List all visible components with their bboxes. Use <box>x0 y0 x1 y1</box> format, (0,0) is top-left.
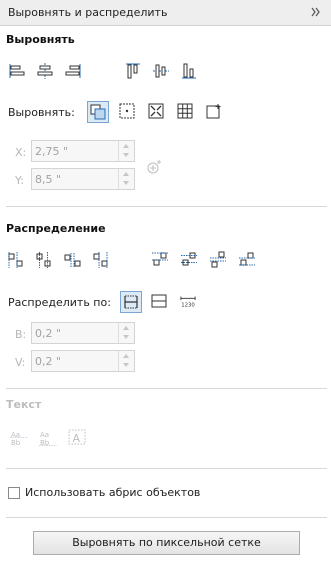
spacing-1230-button[interactable]: 1230 <box>178 291 200 313</box>
x-field[interactable]: 2,75 " <box>31 140 135 162</box>
distribute-center-vertical-icon[interactable] <box>180 251 198 269</box>
divider <box>6 206 327 207</box>
distribute-top-icon[interactable] <box>151 251 169 269</box>
svg-text:Bb: Bb <box>11 439 21 447</box>
text-last-baseline-icon[interactable]: Aa Bb <box>39 429 57 447</box>
page-center-button[interactable] <box>146 101 168 123</box>
align-to-label: Выровнять: <box>8 106 75 119</box>
panel-titlebar: Выровнять и распределить <box>0 0 331 26</box>
panel-title: Выровнять и распределить <box>8 6 168 19</box>
svg-text:Aa: Aa <box>40 431 49 439</box>
align-left-icon[interactable] <box>8 62 26 80</box>
align-to-pixel-grid-button[interactable]: Выровнять по пиксельной сетке <box>33 531 300 555</box>
distribute-spacing-vertical-icon[interactable] <box>209 251 227 269</box>
crosshair-plus-icon[interactable] <box>145 158 163 176</box>
specified-point-icon <box>206 104 221 119</box>
page-center-icon <box>148 103 164 119</box>
b-stepper[interactable] <box>118 323 134 343</box>
v-field[interactable]: 0,2 " <box>31 350 135 372</box>
page-edge-icon <box>119 103 135 119</box>
distribute-by-label: Распределить по: <box>8 296 111 309</box>
distribute-bottom-icon[interactable] <box>238 251 256 269</box>
align-center-horizontal-icon[interactable] <box>36 62 54 80</box>
y-value: 8,5 " <box>35 173 62 186</box>
svg-text:1230: 1230 <box>181 302 195 308</box>
b-label: В: <box>15 328 27 341</box>
b-value: 0,2 " <box>35 327 62 340</box>
x-label: X: <box>15 146 27 159</box>
align-center-vertical-icon[interactable] <box>152 62 170 80</box>
text-section-title: Текст <box>6 398 42 411</box>
x-value: 2,75 " <box>35 145 69 158</box>
v-value: 0,2 " <box>35 355 62 368</box>
distribute-right-icon[interactable] <box>92 251 110 269</box>
use-outline-checkbox[interactable] <box>8 487 20 499</box>
svg-text:A: A <box>73 432 81 445</box>
use-outline-label[interactable]: Использовать абрис объектов <box>25 486 200 499</box>
y-stepper[interactable] <box>118 169 134 189</box>
selection-extent-button[interactable] <box>120 291 142 313</box>
b-field[interactable]: 0,2 " <box>31 322 135 344</box>
page-extent-icon <box>151 294 167 308</box>
grid-button[interactable] <box>175 101 197 123</box>
v-label: V: <box>15 356 26 369</box>
specified-point-button[interactable] <box>204 101 226 123</box>
divider <box>6 388 327 389</box>
selection-extent-icon <box>124 295 138 309</box>
double-chevron-right-icon[interactable] <box>311 7 321 17</box>
v-stepper[interactable] <box>118 351 134 371</box>
distribute-section-title: Распределение <box>6 222 106 235</box>
x-stepper[interactable] <box>118 141 134 161</box>
align-top-icon[interactable] <box>124 62 142 80</box>
y-field[interactable]: 8,5 " <box>31 168 135 190</box>
spacing-1230-icon: 1230 <box>180 296 196 308</box>
active-objects-button[interactable] <box>87 101 109 123</box>
page-extent-button[interactable] <box>149 291 171 313</box>
text-first-baseline-icon[interactable]: Aa Bb <box>10 429 28 447</box>
distribute-center-icon[interactable] <box>35 251 53 269</box>
text-bounding-box-icon[interactable]: A <box>68 428 86 446</box>
align-section-title: Выровнять <box>6 33 75 46</box>
divider <box>6 517 327 518</box>
page-edge-button[interactable] <box>117 101 139 123</box>
active-objects-icon <box>90 104 106 120</box>
align-right-icon[interactable] <box>64 62 82 80</box>
distribute-spacing-horizontal-icon[interactable] <box>64 251 82 269</box>
distribute-left-icon[interactable] <box>7 251 25 269</box>
y-label: Y: <box>15 174 24 187</box>
grid-icon <box>177 103 193 119</box>
divider <box>6 468 327 469</box>
align-bottom-icon[interactable] <box>180 62 198 80</box>
